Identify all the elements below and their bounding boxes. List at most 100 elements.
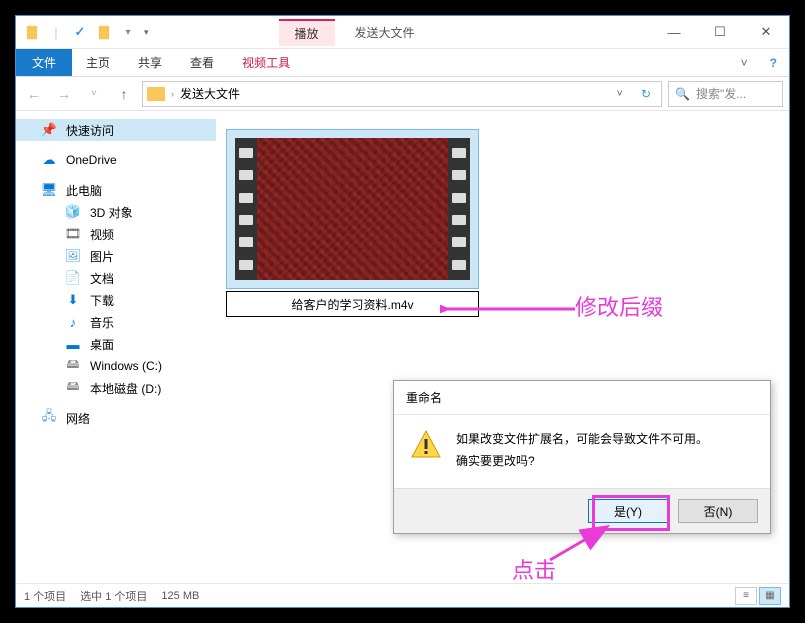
sidebar-label: 文档 xyxy=(90,270,114,287)
sidebar-label: 网络 xyxy=(66,410,90,427)
monitor-icon: 🖥 xyxy=(40,181,58,199)
path-segment[interactable]: 发送大文件 xyxy=(180,85,240,102)
path-sep-icon[interactable]: › xyxy=(171,89,174,99)
sprocket-right xyxy=(448,138,470,280)
window-controls: — ☐ ✕ xyxy=(651,17,789,47)
video-filmstrip xyxy=(235,138,470,280)
ribbon-expand-icon[interactable]: ˅ xyxy=(731,56,758,70)
dialog-title: 重命名 xyxy=(394,381,770,415)
thumbnails-view-button[interactable]: ▦ xyxy=(759,587,781,605)
sidebar-label: Windows (C:) xyxy=(90,359,162,373)
sidebar-downloads[interactable]: ⬇ 下载 xyxy=(16,289,216,311)
nav-recent-button[interactable]: ˅ xyxy=(82,82,106,106)
ribbon-videotools-tab[interactable]: 视频工具 xyxy=(228,49,304,76)
address-bar: ← → ˅ ↑ › 发送大文件 ˅ ↻ 🔍 搜索"发... xyxy=(16,77,789,111)
sidebar-music[interactable]: ♪ 音乐 xyxy=(16,311,216,333)
search-placeholder: 搜索"发... xyxy=(696,85,746,102)
file-thumbnail[interactable] xyxy=(226,129,479,289)
sidebar-label: OneDrive xyxy=(66,153,117,167)
sidebar-label: 视频 xyxy=(90,226,114,243)
details-view-button[interactable]: ≡ xyxy=(735,587,757,605)
ribbon-home-tab[interactable]: 主页 xyxy=(72,49,124,76)
cloud-icon: ☁ xyxy=(40,151,58,169)
dialog-line1: 如果改变文件扩展名，可能会导致文件不可用。 xyxy=(456,429,708,451)
download-icon: ⬇ xyxy=(64,291,82,309)
view-buttons: ≡ ▦ xyxy=(735,587,781,605)
filename-text: 给客户的学习资料.m4v xyxy=(291,296,413,313)
folder-icon-2: ▇ xyxy=(94,22,114,42)
folder-icon: ▇ xyxy=(22,22,42,42)
ribbon-view-tab[interactable]: 查看 xyxy=(176,49,228,76)
sidebar-label: 快速访问 xyxy=(66,122,114,139)
rename-dialog: 重命名 如果改变文件扩展名，可能会导致文件不可用。 确实要更改吗? 是(Y) 否… xyxy=(393,380,771,534)
status-selection: 选中 1 个项目 xyxy=(80,588,147,604)
sidebar-label: 下载 xyxy=(90,292,114,309)
sidebar-quick-access[interactable]: 📌 快速访问 xyxy=(16,119,216,141)
desktop-icon: ▬ xyxy=(64,335,82,353)
sidebar-label: 本地磁盘 (D:) xyxy=(90,380,161,397)
dialog-text: 如果改变文件扩展名，可能会导致文件不可用。 确实要更改吗? xyxy=(456,429,708,472)
close-button[interactable]: ✕ xyxy=(743,17,789,47)
path-dropdown-icon[interactable]: ˅ xyxy=(611,88,629,100)
qat: ▇ | ✓ ▇ ▾ ▾ xyxy=(16,22,149,42)
sidebar-desktop[interactable]: ▬ 桌面 xyxy=(16,333,216,355)
ribbon-file-tab[interactable]: 文件 xyxy=(16,49,72,76)
document-icon: 📄 xyxy=(64,269,82,287)
nav-forward-button[interactable]: → xyxy=(52,82,76,106)
maximize-button[interactable]: ☐ xyxy=(697,17,743,47)
path-folder-icon xyxy=(147,87,165,101)
picture-icon: 🖼 xyxy=(64,247,82,265)
qat-sep: | xyxy=(46,22,66,42)
ribbon: 文件 主页 共享 查看 视频工具 ˅ ? xyxy=(16,49,789,77)
check-icon: ✓ xyxy=(70,22,90,42)
status-size: 125 MB xyxy=(161,590,199,602)
dialog-buttons: 是(Y) 否(N) xyxy=(394,488,770,533)
dialog-body: 如果改变文件扩展名，可能会导致文件不可用。 确实要更改吗? xyxy=(394,415,770,488)
nav-back-button[interactable]: ← xyxy=(22,82,46,106)
sidebar-drive-d[interactable]: 🖴 本地磁盘 (D:) xyxy=(16,377,216,399)
qat-dropdown[interactable]: ▾ xyxy=(118,22,138,42)
nav-pane: 📌 快速访问 ☁ OneDrive 🖥 此电脑 🧊 3D 对象 🎞 视频 xyxy=(16,111,216,583)
window-title: 发送大文件 xyxy=(355,24,415,41)
contextual-tab-play[interactable]: 播放 xyxy=(279,19,335,46)
music-icon: ♪ xyxy=(64,313,82,331)
yes-button[interactable]: 是(Y) xyxy=(588,499,668,523)
help-icon[interactable]: ? xyxy=(758,56,789,70)
sidebar-onedrive[interactable]: ☁ OneDrive xyxy=(16,149,216,171)
sprocket-left xyxy=(235,138,257,280)
sidebar-label: 3D 对象 xyxy=(90,204,133,221)
sidebar-label: 图片 xyxy=(90,248,114,265)
ribbon-share-tab[interactable]: 共享 xyxy=(124,49,176,76)
no-button[interactable]: 否(N) xyxy=(678,499,758,523)
status-bar: 1 个项目 选中 1 个项目 125 MB ≡ ▦ xyxy=(16,583,789,607)
search-icon: 🔍 xyxy=(675,87,690,101)
sidebar-videos[interactable]: 🎞 视频 xyxy=(16,223,216,245)
star-icon: 📌 xyxy=(40,121,58,139)
filename-edit[interactable]: 给客户的学习资料.m4v xyxy=(226,291,479,317)
video-frame xyxy=(257,138,448,280)
dialog-line2: 确实要更改吗? xyxy=(456,451,708,473)
sidebar-pictures[interactable]: 🖼 图片 xyxy=(16,245,216,267)
nav-up-button[interactable]: ↑ xyxy=(112,82,136,106)
search-input[interactable]: 🔍 搜索"发... xyxy=(668,81,783,107)
status-count: 1 个项目 xyxy=(24,588,66,604)
file-item[interactable]: 给客户的学习资料.m4v xyxy=(226,129,479,317)
sidebar-3d-objects[interactable]: 🧊 3D 对象 xyxy=(16,201,216,223)
sidebar-network[interactable]: 🖧 网络 xyxy=(16,407,216,429)
sidebar-this-pc[interactable]: 🖥 此电脑 xyxy=(16,179,216,201)
sidebar-label: 桌面 xyxy=(90,336,114,353)
disk-icon: 🖴 xyxy=(64,357,82,375)
qat-overflow[interactable]: ▾ xyxy=(144,27,149,38)
path-box[interactable]: › 发送大文件 ˅ ↻ xyxy=(142,81,662,107)
cube-icon: 🧊 xyxy=(64,203,82,221)
disk-icon: 🖴 xyxy=(64,379,82,397)
sidebar-documents[interactable]: 📄 文档 xyxy=(16,267,216,289)
minimize-button[interactable]: — xyxy=(651,17,697,47)
sidebar-drive-c[interactable]: 🖴 Windows (C:) xyxy=(16,355,216,377)
sidebar-label: 音乐 xyxy=(90,314,114,331)
warning-icon xyxy=(410,429,442,461)
sidebar-label: 此电脑 xyxy=(66,182,102,199)
network-icon: 🖧 xyxy=(40,409,58,427)
film-icon: 🎞 xyxy=(64,225,82,243)
refresh-icon[interactable]: ↻ xyxy=(635,87,657,101)
